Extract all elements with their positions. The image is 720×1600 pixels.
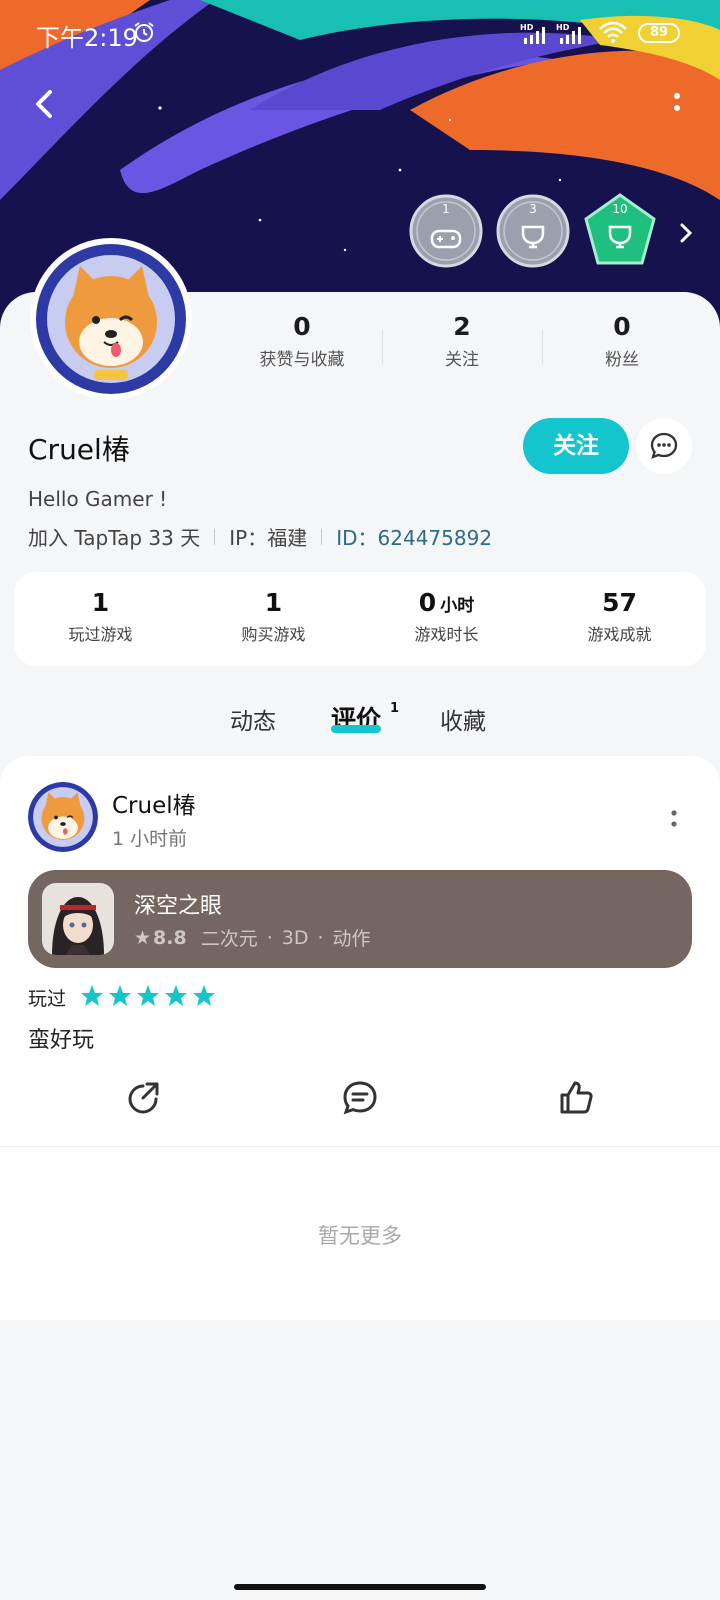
- more-vertical-icon[interactable]: [660, 84, 694, 124]
- stat-play-time[interactable]: 0 小时 游戏时长: [360, 588, 533, 645]
- game-icon: [42, 883, 114, 955]
- profile-stats: 0 获赞与收藏 2 关注 0 粉丝: [222, 312, 702, 376]
- game-card[interactable]: 深空之眼 ★ 8.8 二次元 · 3D · 动作: [28, 870, 692, 968]
- svg-text:3: 3: [529, 202, 537, 216]
- thumbs-up-icon[interactable]: [556, 1078, 596, 1118]
- game-tag: 二次元: [200, 928, 258, 950]
- user-id[interactable]: ID：624475892: [336, 522, 492, 551]
- profile-meta: 加入 TapTap 33 天 IP：福建 ID：624475892: [28, 522, 492, 551]
- game-title: 深空之眼: [134, 894, 223, 919]
- signal-icon: HD: [520, 23, 545, 44]
- chevron-right-icon[interactable]: [674, 219, 698, 247]
- game-stats-card: 1 玩过游戏 1 购买游戏 0 小时 游戏时长 57 游戏成就: [14, 572, 706, 666]
- game-cover-icon: [42, 883, 114, 955]
- follow-button[interactable]: 关注: [523, 418, 629, 474]
- stat-played-games[interactable]: 1 玩过游戏: [14, 588, 187, 645]
- divider: [321, 528, 323, 545]
- star-icon: ★: [134, 926, 152, 949]
- divider: [0, 1146, 720, 1147]
- post-timestamp: 1 小时前: [112, 828, 188, 850]
- alarm-icon: [134, 22, 154, 42]
- back-arrow-icon[interactable]: [26, 84, 66, 124]
- svg-text:HD: HD: [556, 23, 570, 32]
- tab-favorites[interactable]: 收藏: [440, 702, 486, 736]
- post-more-icon[interactable]: [664, 806, 684, 832]
- home-indicator[interactable]: [234, 1584, 486, 1590]
- stat-followers[interactable]: 0 粉丝: [542, 312, 702, 370]
- shiba-avatar-icon: [36, 244, 186, 394]
- stat-following[interactable]: 2 关注: [382, 312, 542, 370]
- game-tag: 3D: [281, 926, 309, 949]
- shiba-avatar-icon: [28, 782, 98, 852]
- separator-dot: ·: [266, 926, 273, 949]
- stat-purchased-games[interactable]: 1 购买游戏: [187, 588, 360, 645]
- trophy-badge-green-icon[interactable]: 10: [582, 193, 658, 269]
- svg-text:1: 1: [442, 202, 450, 216]
- battery-indicator: 89: [638, 23, 680, 43]
- game-tag: 动作: [332, 928, 371, 950]
- avatar[interactable]: [30, 238, 192, 400]
- post-username[interactable]: Cruel椿: [112, 786, 196, 820]
- game-score: 8.8: [153, 926, 187, 949]
- comment-icon[interactable]: [340, 1078, 380, 1118]
- status-time: 下午2:19: [36, 24, 138, 52]
- review-text: 蛮好玩: [28, 1028, 95, 1053]
- status-bar: 下午2:19 HD HD 89: [0, 0, 720, 64]
- tab-activity[interactable]: 动态: [230, 702, 276, 736]
- message-button[interactable]: [636, 418, 692, 474]
- share-icon[interactable]: [123, 1078, 163, 1118]
- ip-location: IP：福建: [229, 526, 308, 550]
- post-avatar[interactable]: [28, 782, 98, 852]
- divider: [214, 528, 216, 545]
- rating-stars-icon: [81, 985, 215, 1006]
- achievement-badges[interactable]: 1 3 10: [408, 193, 708, 273]
- profile-tabs: 动态 评价 收藏: [0, 694, 720, 744]
- svg-text:10: 10: [612, 202, 627, 216]
- post-actions: [0, 1078, 720, 1124]
- trophy-badge-icon[interactable]: 3: [495, 193, 571, 269]
- joined-days: 加入 TapTap 33 天: [28, 526, 201, 550]
- bio-text: Hello Gamer !: [28, 487, 168, 511]
- svg-text:HD: HD: [520, 23, 534, 32]
- review-count-badge: 1: [390, 701, 400, 716]
- wifi-icon: [599, 21, 627, 43]
- played-label: 玩过: [28, 988, 67, 1010]
- stat-likes[interactable]: 0 获赞与收藏: [222, 312, 382, 370]
- chat-bubble-icon: [650, 432, 678, 459]
- stat-achievements[interactable]: 57 游戏成就: [533, 588, 706, 645]
- username: Cruel椿: [28, 433, 130, 466]
- separator-dot: ·: [317, 926, 324, 949]
- game-meta: ★ 8.8 二次元 · 3D · 动作: [134, 924, 371, 951]
- gamepad-badge-icon[interactable]: 1: [408, 193, 484, 269]
- no-more-text: 暂无更多: [318, 1224, 402, 1248]
- tab-active-indicator: [331, 725, 381, 733]
- signal-icon: HD: [556, 23, 581, 44]
